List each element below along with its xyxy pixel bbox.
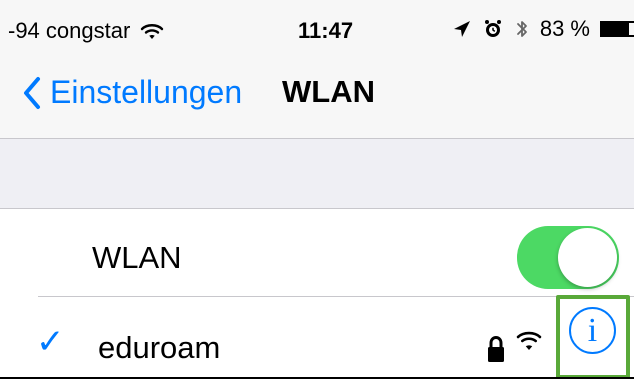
page-title: WLAN — [282, 74, 375, 109]
back-button-label: Einstellungen — [50, 74, 243, 110]
wlan-label: WLAN — [92, 240, 182, 275]
chevron-left-icon — [24, 76, 40, 109]
navigation-bar: Einstellungen WLAN — [0, 44, 634, 139]
status-right-group: 83 % — [452, 16, 634, 42]
bluetooth-icon — [516, 21, 527, 37]
carrier-label: -94 congstar — [8, 18, 131, 43]
section-header-spacer — [0, 139, 634, 209]
wlan-settings-table: WLAN ✓ eduroam i — [0, 209, 634, 379]
wlan-toggle-row: WLAN — [0, 209, 634, 296]
alarm-icon — [484, 20, 501, 37]
status-left-group: -94 congstar — [8, 18, 164, 44]
ios-wlan-settings-screen: -94 congstar 11:47 83 % Einstellungen WL… — [0, 0, 634, 379]
wifi-signal-icon — [516, 331, 542, 350]
back-button[interactable]: Einstellungen — [22, 74, 242, 111]
toggle-knob — [558, 228, 617, 287]
wlan-toggle[interactable] — [517, 226, 619, 289]
network-name: eduroam — [98, 330, 221, 365]
location-icon — [453, 21, 470, 37]
wifi-icon — [141, 24, 164, 39]
status-bar: -94 congstar 11:47 83 % — [0, 0, 634, 44]
checkmark-icon: ✓ — [36, 323, 65, 361]
info-icon[interactable]: i — [569, 307, 616, 354]
lock-icon — [488, 335, 504, 362]
status-time: 11:47 — [298, 18, 354, 43]
battery-icon — [600, 21, 634, 37]
battery-percent: 83 % — [539, 16, 590, 41]
network-row-eduroam[interactable]: ✓ eduroam — [0, 296, 634, 379]
